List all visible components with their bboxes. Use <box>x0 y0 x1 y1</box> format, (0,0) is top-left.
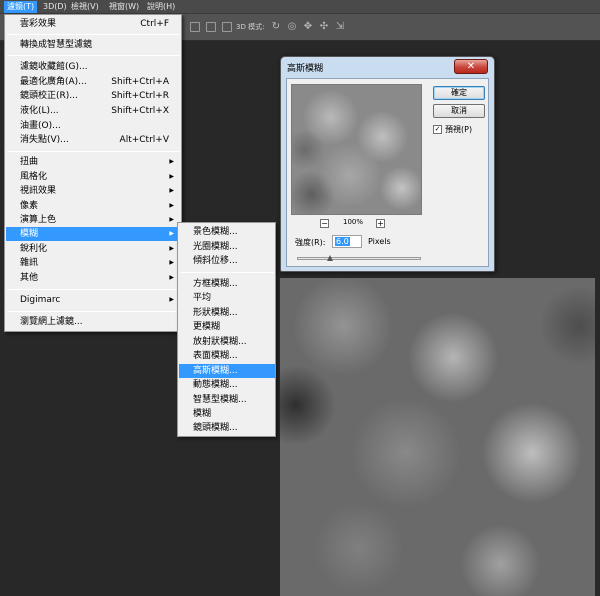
submenu-arrow-icon: ▶ <box>169 158 174 165</box>
menu-item-stylize[interactable]: 風格化 ▶ <box>6 170 181 184</box>
submenu-item-blur[interactable]: 模糊 <box>179 407 275 421</box>
menu-item-lens-correction[interactable]: 鏡頭校正(R)... Shift+Ctrl+R <box>6 89 181 103</box>
menu-separator <box>7 151 180 152</box>
menu-item-distort[interactable]: 扭曲 ▶ <box>6 155 181 169</box>
filter-menu: 雲彩效果 Ctrl+F 轉換成智慧型濾鏡 濾鏡收藏館(G)... 最適化廣角(A)… <box>4 14 182 332</box>
align-bottom-icon[interactable] <box>222 22 232 32</box>
dialog-title: 高斯模糊 <box>287 64 324 74</box>
menu-separator <box>7 55 180 56</box>
blur-submenu: 景色模糊... 光圈模糊... 傾斜位移... 方框模糊... 平均 形狀模糊.… <box>177 222 276 437</box>
submenu-arrow-icon: ▶ <box>169 245 174 252</box>
submenu-item-smart-blur[interactable]: 智慧型模糊... <box>179 393 275 407</box>
submenu-item-radial-blur[interactable]: 放射狀模糊... <box>179 335 275 349</box>
menu-separator <box>180 272 274 273</box>
submenu-arrow-icon: ▶ <box>169 216 174 223</box>
preview-checkbox[interactable]: ✓ <box>433 125 442 134</box>
menu-item-render[interactable]: 演算上色 ▶ <box>6 213 181 227</box>
menu-item-blur[interactable]: 模糊 ▶ <box>6 227 181 241</box>
align-middle-icon[interactable] <box>206 22 216 32</box>
zoom-level: 100% <box>343 218 364 226</box>
ok-button[interactable]: 確定 <box>433 86 485 100</box>
submenu-item-motion-blur[interactable]: 動態模糊... <box>179 378 275 392</box>
submenu-item-tilt-shift[interactable]: 傾斜位移... <box>179 254 275 268</box>
submenu-item-average[interactable]: 平均 <box>179 291 275 305</box>
radius-label: 強度(R): <box>295 238 326 247</box>
submenu-arrow-icon: ▶ <box>169 230 174 237</box>
radius-slider-track[interactable] <box>297 257 421 260</box>
menu-item-sharpen[interactable]: 銳利化 ▶ <box>6 242 181 256</box>
3d-rotate-icon[interactable]: ↻ <box>270 21 282 33</box>
menu-item-other[interactable]: 其他 ▶ <box>6 271 181 285</box>
radius-unit: Pixels <box>368 237 391 246</box>
dialog-body: − 100% + 強度(R): 6.0 Pixels 確定 取消 ✓ 預視(P) <box>286 78 489 267</box>
3d-mode-label: 3D 模式: <box>236 23 265 31</box>
menu-separator <box>7 311 180 312</box>
document-canvas[interactable] <box>280 278 595 596</box>
menu-item-noise[interactable]: 雜訊 ▶ <box>6 256 181 270</box>
3d-pan-icon[interactable]: ✥ <box>302 21 314 33</box>
menu-item-digimarc[interactable]: Digimarc ▶ <box>6 293 181 307</box>
radius-input[interactable]: 6.0 <box>332 235 362 248</box>
menu-item-vanishing-point[interactable]: 消失點(V)... Alt+Ctrl+V <box>6 133 181 147</box>
zoom-in-button[interactable]: + <box>376 219 385 228</box>
align-top-icon[interactable] <box>190 22 200 32</box>
menu-filter[interactable]: 濾鏡(T) <box>4 1 38 13</box>
close-button[interactable]: ✕ <box>454 59 488 74</box>
menu-separator <box>7 289 180 290</box>
dialog-titlebar[interactable]: 高斯模糊 ✕ <box>281 57 494 77</box>
menu-item-oil-paint[interactable]: 油畫(O)... <box>6 119 181 133</box>
menu-separator <box>7 34 180 35</box>
3d-scale-icon[interactable]: ⇲ <box>334 21 346 33</box>
menu-item-adaptive-wide-angle[interactable]: 最適化廣角(A)... Shift+Ctrl+A <box>6 75 181 89</box>
submenu-arrow-icon: ▶ <box>169 296 174 303</box>
submenu-arrow-icon: ▶ <box>169 274 174 281</box>
menu-window[interactable]: 視窗(W) <box>106 1 142 13</box>
submenu-item-gaussian-blur[interactable]: 高斯模糊... <box>179 364 275 378</box>
submenu-item-box-blur[interactable]: 方框模糊... <box>179 277 275 291</box>
menu-item-video[interactable]: 視訊效果 ▶ <box>6 184 181 198</box>
menu-view[interactable]: 檢視(V) <box>68 1 102 13</box>
preview-checkbox-label: 預視(P) <box>445 125 473 134</box>
menu-item-convert-smart-filter[interactable]: 轉換成智慧型濾鏡 <box>6 38 181 52</box>
menu-bar: 濾鏡(T) 3D(D) 檢視(V) 視窗(W) 說明(H) <box>0 0 600 14</box>
menu-item-pixelate[interactable]: 像素 ▶ <box>6 199 181 213</box>
submenu-item-surface-blur[interactable]: 表面模糊... <box>179 349 275 363</box>
blur-preview-image[interactable] <box>291 84 422 215</box>
submenu-item-blur-more[interactable]: 更模糊 <box>179 320 275 334</box>
menu-item-filter-gallery[interactable]: 濾鏡收藏館(G)... <box>6 60 181 74</box>
submenu-arrow-icon: ▶ <box>169 173 174 180</box>
menu-help[interactable]: 說明(H) <box>144 1 178 13</box>
menu-item-liquify[interactable]: 液化(L)... Shift+Ctrl+X <box>6 104 181 118</box>
submenu-item-lens-blur[interactable]: 鏡頭模糊... <box>179 421 275 435</box>
gaussian-blur-dialog: 高斯模糊 ✕ − 100% + 強度(R): 6.0 Pixels 確定 取消 … <box>280 56 495 272</box>
zoom-out-button[interactable]: − <box>320 219 329 228</box>
submenu-arrow-icon: ▶ <box>169 259 174 266</box>
3d-roll-icon[interactable]: ◎ <box>286 21 298 33</box>
3d-slide-icon[interactable]: ✣ <box>318 21 330 33</box>
radius-value: 6.0 <box>335 237 350 246</box>
submenu-item-shape-blur[interactable]: 形狀模糊... <box>179 306 275 320</box>
menu-item-clouds[interactable]: 雲彩效果 Ctrl+F <box>6 17 181 31</box>
menu-3d[interactable]: 3D(D) <box>40 1 70 13</box>
radius-slider-thumb[interactable] <box>327 255 334 261</box>
submenu-item-iris-blur[interactable]: 光圈模糊... <box>179 240 275 254</box>
submenu-item-field-blur[interactable]: 景色模糊... <box>179 225 275 239</box>
submenu-arrow-icon: ▶ <box>169 202 174 209</box>
submenu-arrow-icon: ▶ <box>169 187 174 194</box>
cancel-button[interactable]: 取消 <box>433 104 485 118</box>
menu-item-browse-online[interactable]: 瀏覽網上濾鏡... <box>6 315 181 329</box>
